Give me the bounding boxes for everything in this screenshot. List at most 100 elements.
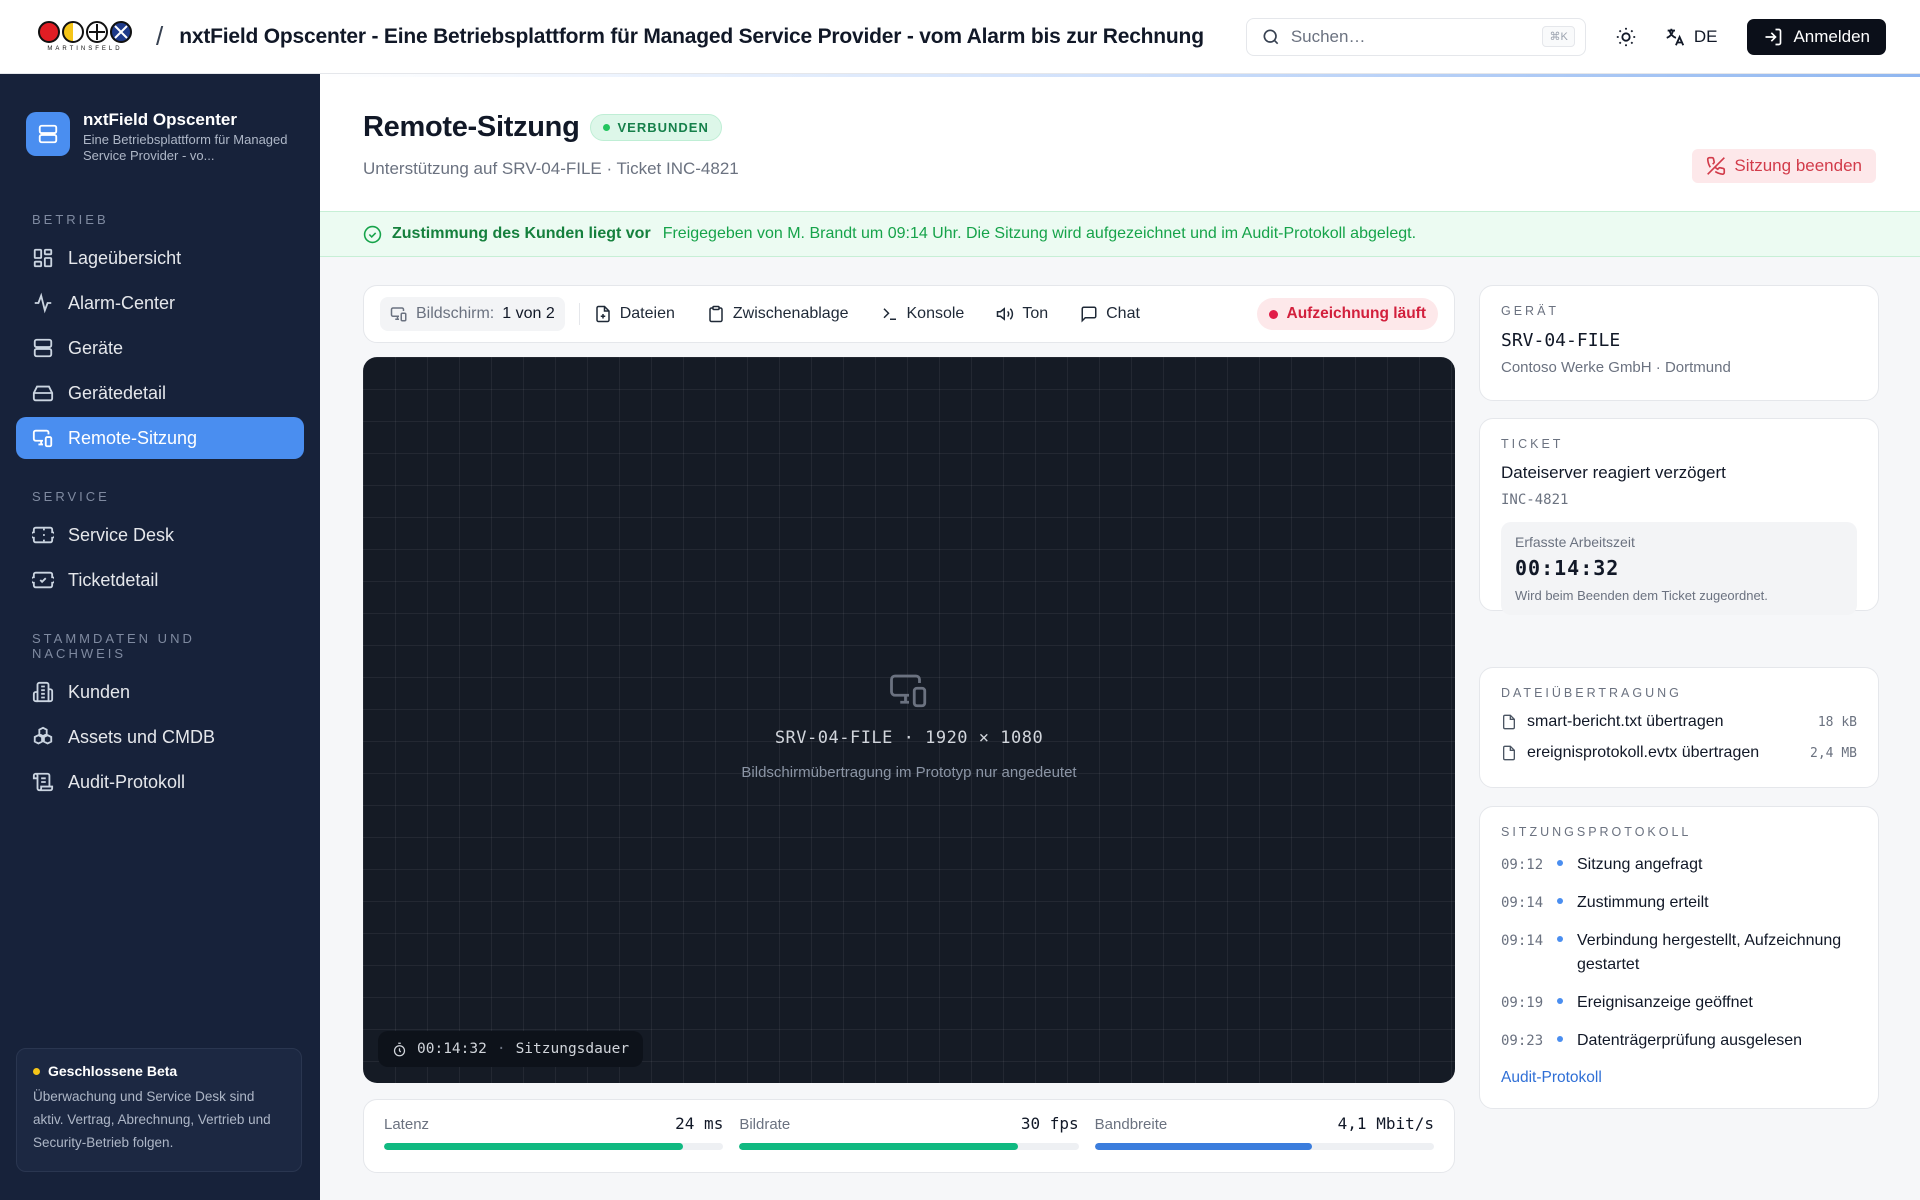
file-name: smart-bericht.txt übertragen	[1527, 713, 1724, 730]
beta-status-dot	[33, 1067, 40, 1075]
sidebar-item-label: Geräte	[68, 337, 124, 358]
login-icon	[1765, 28, 1782, 45]
sound-button[interactable]: Ton	[996, 305, 1048, 323]
chat-button[interactable]: Chat	[1080, 305, 1140, 323]
worktime-value: 00:14:32	[1515, 556, 1620, 580]
sun-icon	[1616, 27, 1635, 46]
ticket-card: TICKET Dateiserver reagiert verzögert IN…	[1479, 418, 1879, 615]
log-time: 09:14	[1501, 933, 1544, 949]
remote-screen[interactable]: SRV-04-FILE · 1920 × 1080 Bildschirmüber…	[363, 357, 1455, 1083]
card-label: DATEIÜBERTRAGUNG	[1501, 686, 1682, 700]
screen-note: Bildschirmübertragung im Prototyp nur an…	[741, 764, 1077, 781]
language-switcher[interactable]: DE	[1664, 26, 1717, 48]
monitor-smartphone-icon	[32, 429, 53, 448]
log-text: Verbindung hergestellt, Aufzeichnung ges…	[1577, 932, 1842, 973]
sidebar-item-remote-sitzung[interactable]: Remote-Sitzung	[16, 417, 304, 459]
session-toolbar: Bildschirm: 1 von 2 Dateien Zwischenabla…	[363, 285, 1455, 343]
page-header: Remote-Sitzung VERBUNDEN Unterstützung a…	[320, 77, 1920, 211]
clipboard-icon	[709, 305, 723, 323]
audit-log-link[interactable]: Audit-Protokoll	[1501, 1069, 1857, 1087]
screen-selector[interactable]: Bildschirm: 1 von 2	[380, 297, 565, 331]
file-plus-icon	[595, 305, 610, 323]
check-circle-icon	[363, 225, 382, 243]
console-button[interactable]: Konsole	[881, 305, 964, 323]
search-input[interactable]: Suchen… ⌘K	[1245, 17, 1586, 56]
brand-subtitle: Eine Betriebsplattform für Managed Servi…	[83, 132, 288, 163]
consent-text: Freigegeben von M. Brandt um 09:14 Uhr. …	[662, 225, 1417, 242]
metric-label: Latenz	[384, 1116, 430, 1133]
page-title: Remote-Sitzung	[363, 111, 580, 143]
sidebar-brand[interactable]: nxtField Opscenter Eine Betriebsplattfor…	[0, 74, 320, 200]
log-entry: 09:23 Datenträgerprüfung ausgelesen	[1501, 1029, 1857, 1053]
boxes-icon	[33, 726, 53, 745]
consent-title: Zustimmung des Kunden liegt vor	[392, 225, 651, 242]
metric-latency: Latenz 24 ms	[384, 1114, 724, 1172]
volume-icon	[997, 307, 1014, 321]
sidebar-item-label: Service Desk	[68, 524, 175, 545]
metric-value: 30 fps	[1020, 1114, 1079, 1133]
timeline-dot	[1557, 1036, 1563, 1042]
building-icon	[32, 681, 54, 703]
log-entry: 09:14 Verbindung hergestellt, Aufzeichnu…	[1501, 929, 1857, 977]
file-transfer-row[interactable]: smart-bericht.txt übertragen 18 kB	[1501, 713, 1857, 731]
ticket-title[interactable]: Dateiserver reagiert verzögert	[1501, 463, 1857, 483]
worktime-box: Erfasste Arbeitszeit 00:14:32 Wird beim …	[1501, 522, 1857, 615]
log-time: 09:23	[1501, 1033, 1544, 1049]
file-transfer-row[interactable]: ereignisprotokoll.evtx übertragen 2,4 MB	[1501, 744, 1857, 762]
sidebar-item-geraetedetail[interactable]: Gerätedetail	[16, 372, 304, 414]
log-time: 09:14	[1501, 895, 1544, 911]
chat-icon	[1081, 306, 1097, 323]
timer-icon	[393, 1042, 406, 1056]
session-timer-label: Sitzungsdauer	[515, 1041, 630, 1057]
metric-bar	[1094, 1143, 1434, 1150]
sound-label: Ton	[1022, 305, 1049, 322]
metric-framerate: Bildrate 30 fps	[739, 1114, 1079, 1172]
beta-notice: Geschlossene Beta Überwachung und Servic…	[16, 1048, 302, 1172]
metric-label: Bandbreite	[1094, 1116, 1168, 1133]
metric-fill	[384, 1143, 683, 1150]
theme-toggle-button[interactable]	[1608, 19, 1644, 55]
screen-selector-value: 1 von 2	[502, 305, 555, 322]
server-icon	[33, 338, 53, 358]
company-logo[interactable]: MARTINSFELD	[34, 21, 136, 52]
sidebar-item-label: Audit-Protokoll	[68, 771, 186, 792]
activity-icon	[34, 292, 52, 314]
card-label: TICKET	[1501, 437, 1564, 451]
sidebar-item-alarm-center[interactable]: Alarm-Center	[16, 282, 304, 324]
sidebar-item-kunden[interactable]: Kunden	[16, 671, 304, 713]
log-text: Ereignisanzeige geöffnet	[1577, 994, 1753, 1011]
end-session-button[interactable]: Sitzung beenden	[1692, 149, 1876, 183]
sidebar-item-label: Gerätedetail	[68, 382, 167, 403]
consent-banner: Zustimmung des Kunden liegt vor Freigege…	[320, 211, 1920, 257]
recording-dot	[1268, 309, 1278, 319]
nav-section-title: BETRIEB	[32, 212, 109, 227]
worktime-note: Wird beim Beenden dem Ticket zugeordnet.	[1515, 588, 1768, 603]
session-timer-value: 00:14:32	[417, 1041, 487, 1057]
toolbar-divider	[578, 303, 580, 325]
sidebar-item-lageuebersicht[interactable]: Lageübersicht	[16, 237, 304, 279]
sidebar-item-assets-cmdb[interactable]: Assets und CMDB	[16, 716, 304, 758]
scroll-icon	[32, 772, 54, 792]
connection-metrics: Latenz 24 ms Bildrate 30 fps Bandbreite …	[363, 1099, 1455, 1173]
card-label: SITZUNGSPROTOKOLL	[1501, 825, 1692, 839]
files-button[interactable]: Dateien	[594, 305, 675, 323]
end-session-label: Sitzung beenden	[1734, 156, 1862, 175]
metric-value: 24 ms	[675, 1114, 724, 1133]
sidebar-item-audit-protokoll[interactable]: Audit-Protokoll	[16, 761, 304, 803]
metric-bar	[739, 1143, 1079, 1150]
monitor-smartphone-icon	[890, 674, 927, 708]
metric-bandwidth: Bandbreite 4,1 Mbit/s	[1094, 1114, 1434, 1172]
clipboard-button[interactable]: Zwischenablage	[707, 305, 849, 323]
timeline-dot	[1557, 998, 1563, 1004]
timeline-dot	[1557, 936, 1563, 942]
beta-title: Geschlossene Beta	[48, 1063, 178, 1079]
sidebar-item-label: Alarm-Center	[68, 292, 176, 313]
sidebar-item-service-desk[interactable]: Service Desk	[16, 514, 304, 556]
sidebar-item-geraete[interactable]: Geräte	[16, 327, 304, 369]
metric-value: 4,1 Mbit/s	[1337, 1114, 1434, 1133]
app-title: nxtField Opscenter - Eine Betriebsplattf…	[179, 24, 1204, 48]
file-size: 18 kB	[1817, 714, 1857, 730]
search-icon	[1263, 29, 1279, 44]
login-button[interactable]: Anmelden	[1747, 18, 1886, 55]
sidebar-item-ticketdetail[interactable]: Ticketdetail	[16, 559, 304, 601]
